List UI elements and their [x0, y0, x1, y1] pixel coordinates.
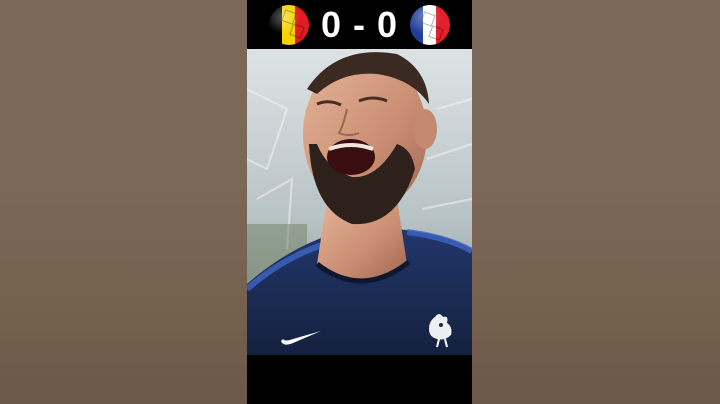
video-player[interactable]: 0 - 0: [247, 0, 472, 404]
nike-swoosh-icon: [281, 331, 321, 345]
home-score: 0: [320, 3, 342, 45]
video-frame: 0 - 0: [0, 0, 720, 404]
away-score: 0: [377, 3, 399, 45]
rooster-crest-icon: [429, 314, 452, 348]
blurred-background-left: [0, 0, 247, 404]
scoreboard: 0 - 0: [247, 0, 472, 49]
blurred-background-right: [472, 0, 720, 404]
player-photo: [247, 49, 472, 355]
score-separator: -: [353, 3, 366, 45]
bottom-black-bar: [247, 355, 472, 404]
belgium-flag-ball-icon: [268, 4, 309, 45]
video-frame-image: [247, 49, 472, 355]
score-text: 0 - 0: [320, 3, 399, 45]
france-flag-ball-icon: [410, 4, 451, 45]
